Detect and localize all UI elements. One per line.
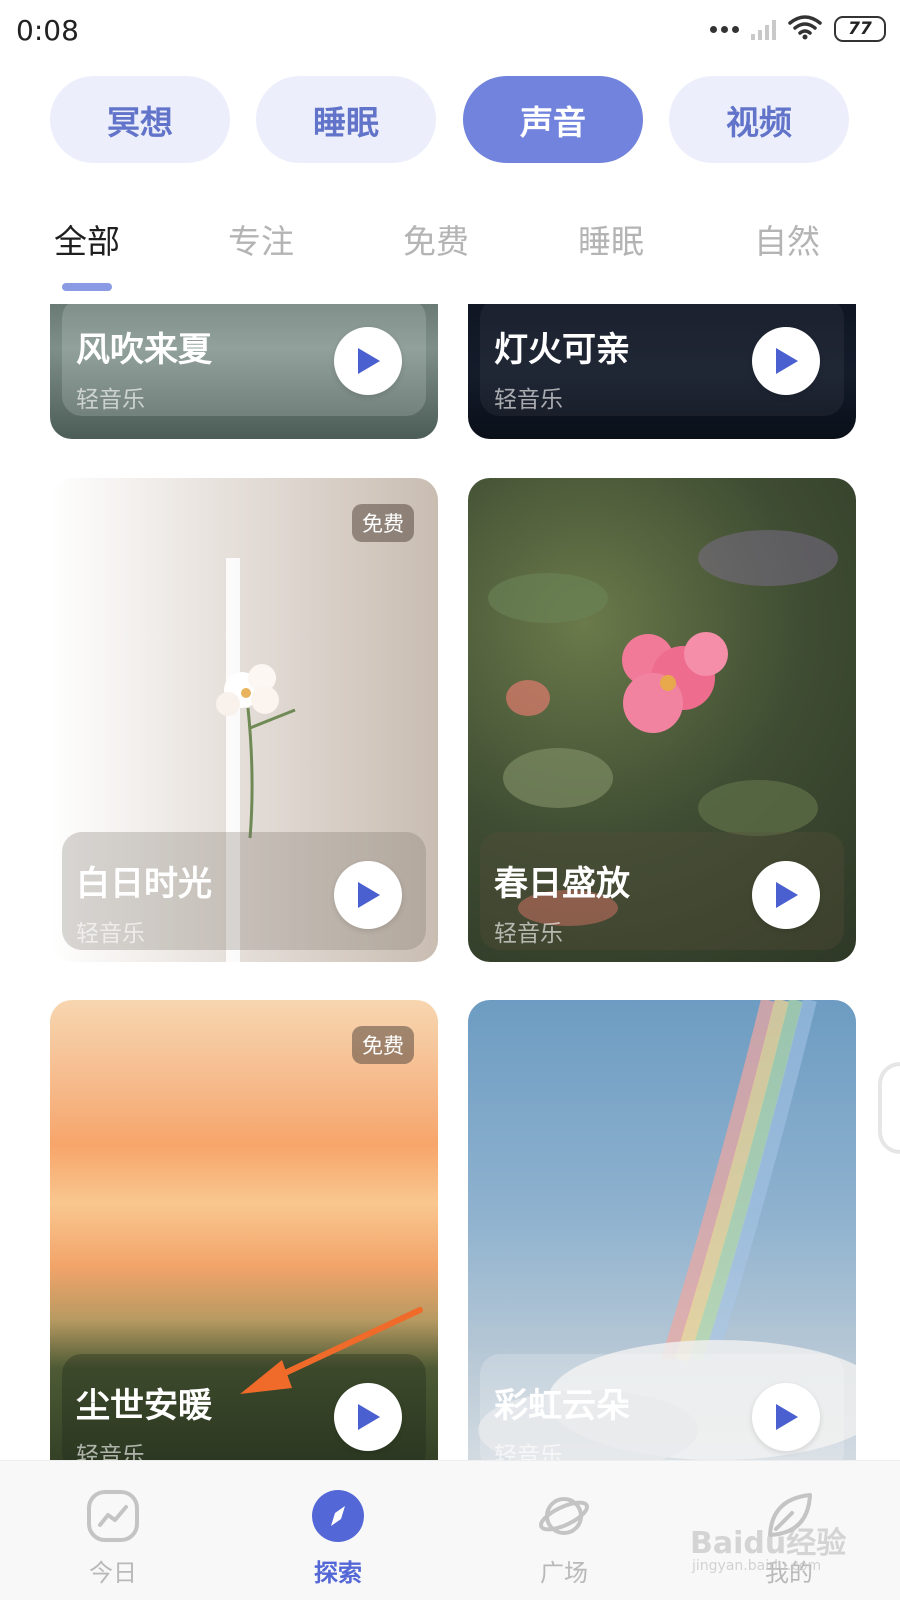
side-drawer-handle[interactable] [878, 1062, 900, 1154]
category-video-button[interactable]: 视频 [669, 76, 849, 163]
planet-icon [537, 1489, 591, 1543]
sound-card[interactable]: 彩虹云朵 轻音乐 [468, 1000, 856, 1460]
tab-all[interactable]: 全部 [54, 215, 120, 263]
play-button[interactable] [752, 327, 820, 395]
nav-label: 今日 [89, 1559, 137, 1587]
watermark-url: jingyan.baidu.com [692, 1558, 822, 1574]
play-icon [776, 882, 798, 908]
watermark: Baidu经验 [690, 1526, 847, 1561]
card-subtitle: 轻音乐 [494, 921, 563, 947]
sound-card[interactable]: 灯火可亲 轻音乐 [468, 304, 856, 439]
card-title: 灯火可亲 [494, 330, 630, 370]
tab-active-indicator [62, 283, 112, 291]
nav-today[interactable]: 今日 [38, 1461, 188, 1600]
play-icon [776, 1404, 798, 1430]
card-subtitle: 轻音乐 [76, 1443, 145, 1460]
more-dots-icon [710, 25, 739, 33]
tab-free[interactable]: 免费 [403, 215, 469, 263]
free-badge: 免费 [352, 1026, 414, 1064]
play-button[interactable] [334, 327, 402, 395]
free-badge: 免费 [352, 504, 414, 542]
card-subtitle: 轻音乐 [76, 387, 145, 413]
battery-indicator: 77 [834, 16, 886, 42]
play-icon [358, 1404, 380, 1430]
card-title: 风吹来夏 [76, 330, 212, 370]
play-icon [358, 882, 380, 908]
play-icon [358, 348, 380, 374]
card-title: 彩虹云朵 [494, 1386, 630, 1426]
compass-icon [311, 1489, 365, 1543]
play-icon [776, 348, 798, 374]
play-button[interactable] [752, 861, 820, 929]
category-sound-button[interactable]: 声音 [463, 76, 643, 163]
status-bar: 0:08 77 [0, 0, 900, 62]
status-time: 0:08 [16, 14, 79, 47]
card-subtitle: 轻音乐 [494, 1443, 563, 1460]
sound-grid[interactable]: 风吹来夏 轻音乐 灯火可亲 轻音乐 免费 白日时光 轻音乐 春日盛放 轻音乐 免… [0, 304, 900, 1460]
sound-card[interactable]: 春日盛放 轻音乐 [468, 478, 856, 962]
play-button[interactable] [334, 861, 402, 929]
tab-focus[interactable]: 专注 [228, 215, 294, 263]
trend-icon [86, 1489, 140, 1543]
tab-sleep[interactable]: 睡眠 [578, 215, 644, 263]
sound-card[interactable]: 免费 白日时光 轻音乐 [50, 478, 438, 962]
sound-card[interactable]: 风吹来夏 轻音乐 [50, 304, 438, 439]
tab-nature[interactable]: 自然 [754, 215, 820, 263]
card-subtitle: 轻音乐 [494, 387, 563, 413]
nav-plaza[interactable]: 广场 [489, 1461, 639, 1600]
play-button[interactable] [752, 1383, 820, 1451]
nav-label: 广场 [540, 1559, 588, 1587]
card-title: 白日时光 [76, 864, 212, 904]
nav-explore[interactable]: 探索 [263, 1461, 413, 1600]
status-icons: 77 [710, 14, 886, 44]
category-meditation-button[interactable]: 冥想 [50, 76, 230, 163]
card-title: 春日盛放 [494, 864, 630, 904]
annotation-arrow [240, 1307, 423, 1394]
category-sleep-button[interactable]: 睡眠 [256, 76, 436, 163]
card-title: 尘世安暖 [76, 1386, 212, 1426]
card-subtitle: 轻音乐 [76, 921, 145, 947]
cell-signal-icon [751, 18, 776, 40]
nav-label: 探索 [314, 1559, 362, 1587]
wifi-icon [788, 14, 822, 44]
